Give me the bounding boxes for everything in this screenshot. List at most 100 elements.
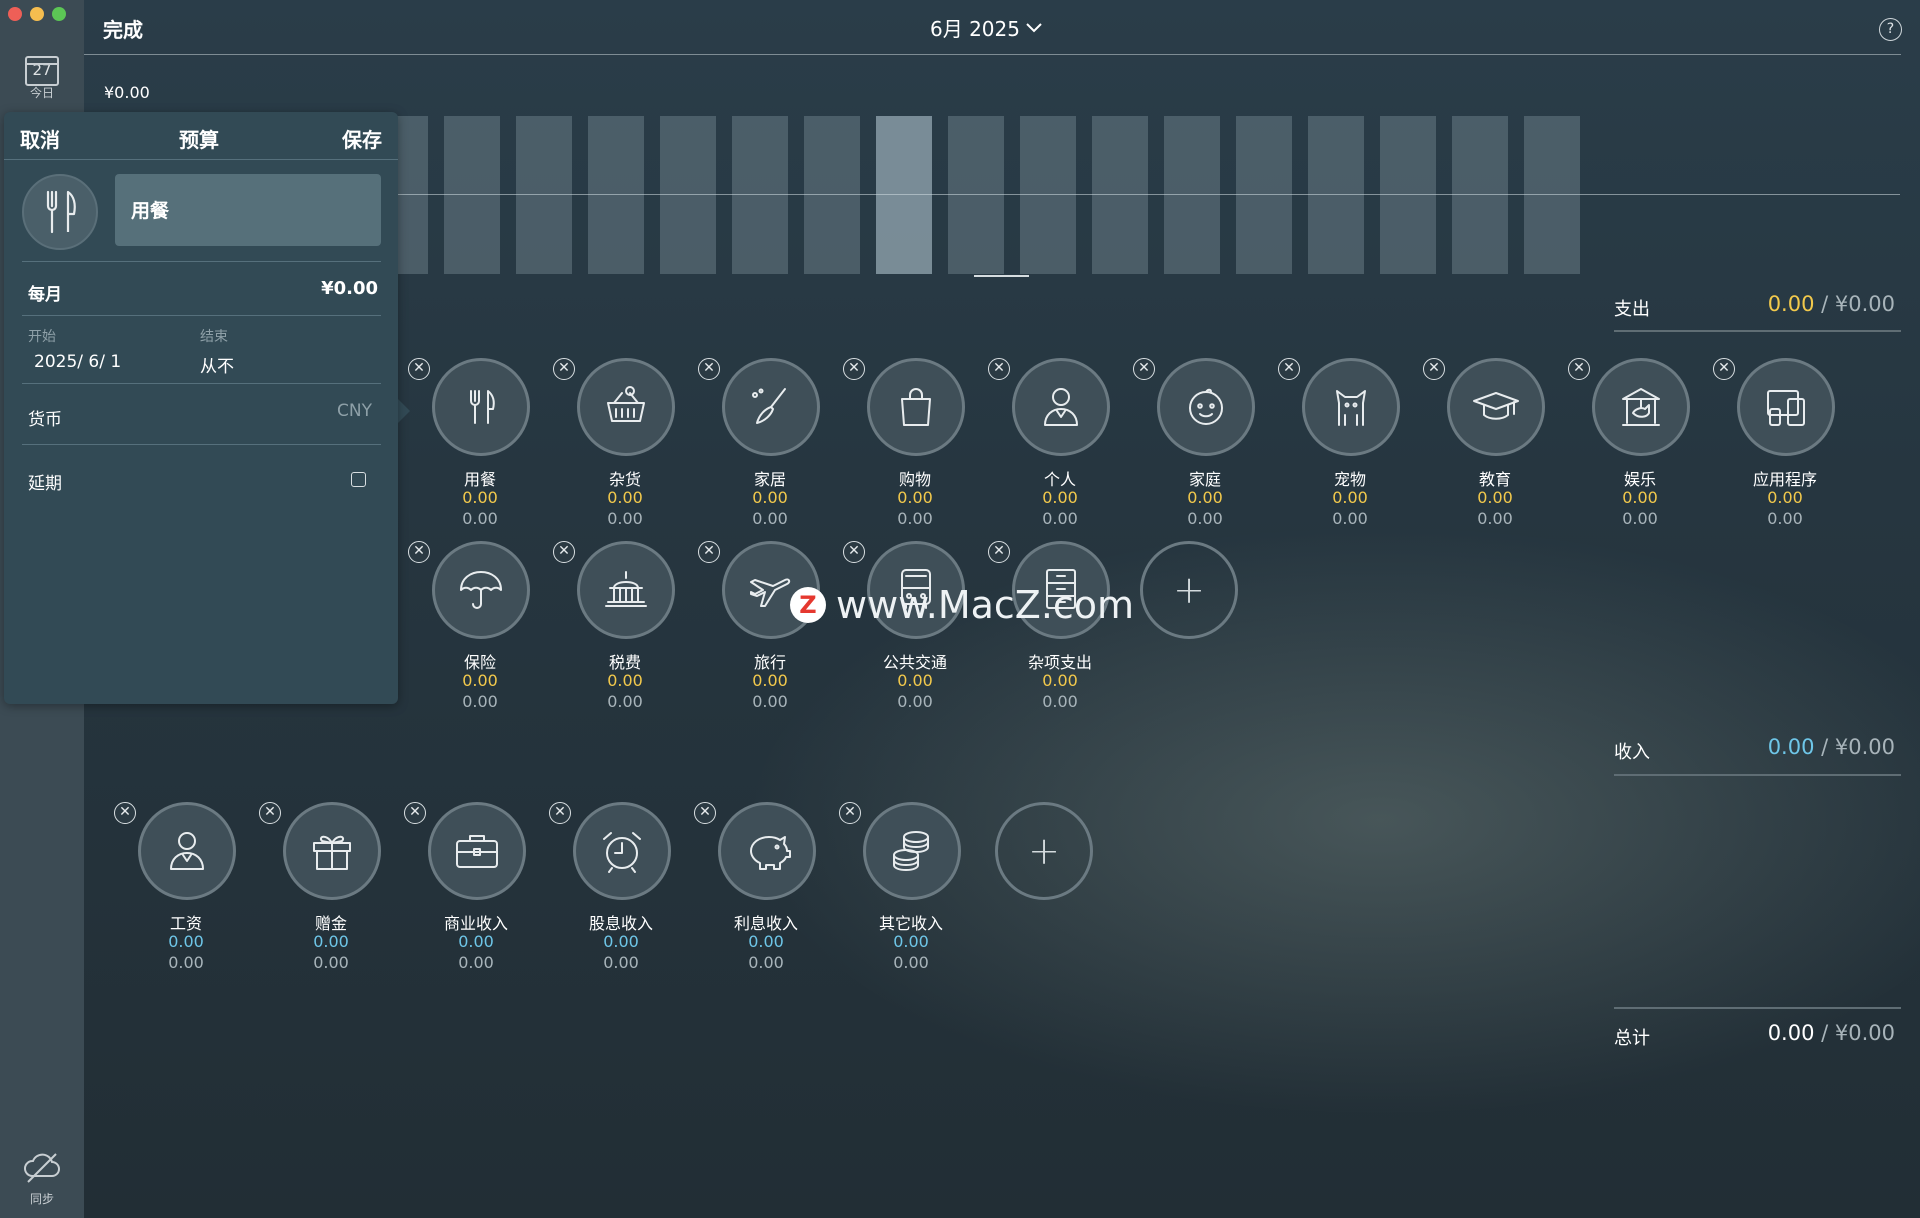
delete-category-button[interactable]: ✕ (553, 541, 575, 563)
delete-category-button[interactable]: ✕ (549, 802, 571, 824)
income-category-tile[interactable]: ✕ 利息收入 0.00 0.00 (688, 802, 828, 982)
expense-category-tile[interactable]: ✕ 家居 0.00 0.00 (692, 358, 832, 538)
expense-category-tile[interactable]: ✕ 用餐 0.00 0.00 (402, 358, 542, 538)
category-budget: 0.00 (1042, 509, 1078, 528)
daily-bar[interactable] (948, 116, 1004, 274)
daily-bar[interactable] (660, 116, 716, 274)
category-icon-button[interactable] (722, 358, 820, 456)
income-category-tile[interactable]: ✕ 股息收入 0.00 0.00 (543, 802, 683, 982)
income-category-tile[interactable]: ✕ 商业收入 0.00 0.00 (398, 802, 538, 982)
category-icon-button[interactable] (1157, 358, 1255, 456)
start-date-field[interactable]: 2025/ 6/ 1 (34, 352, 121, 372)
sync-label[interactable]: 同步 (0, 1190, 84, 1207)
expense-category-tile[interactable]: ✕ 家庭 0.00 0.00 (1127, 358, 1267, 538)
zoom-window-button[interactable] (52, 7, 66, 21)
delete-category-button[interactable]: ✕ (553, 358, 575, 380)
daily-bar[interactable] (1524, 116, 1580, 274)
period-label[interactable]: 每月 (28, 280, 62, 305)
daily-bar[interactable] (588, 116, 644, 274)
delete-category-button[interactable]: ✕ (404, 802, 426, 824)
delete-category-button[interactable]: ✕ (843, 541, 865, 563)
expense-category-tile[interactable]: ✕ 宠物 0.00 0.00 (1272, 358, 1412, 538)
category-name-field[interactable]: 用餐 (115, 174, 381, 246)
budget-amount-field[interactable]: ¥0.00 (321, 278, 378, 299)
expense-category-tile[interactable]: ✕ 杂货 0.00 0.00 (547, 358, 687, 538)
category-icon-button[interactable] (1302, 358, 1400, 456)
delete-category-button[interactable]: ✕ (988, 541, 1010, 563)
category-icon-button[interactable] (577, 358, 675, 456)
delete-category-button[interactable]: ✕ (1278, 358, 1300, 380)
category-icon-button[interactable] (432, 541, 530, 639)
add-expense-category-button[interactable]: + (1140, 541, 1238, 639)
expense-category-tile[interactable]: ✕ 保险 0.00 0.00 (402, 541, 542, 721)
close-window-button[interactable] (8, 7, 22, 21)
delete-category-button[interactable]: ✕ (259, 802, 281, 824)
daily-bar[interactable] (1164, 116, 1220, 274)
daily-bar[interactable] (732, 116, 788, 274)
category-icon-button[interactable] (432, 358, 530, 456)
category-icon-button[interactable] (283, 802, 381, 900)
category-icon-button[interactable] (1737, 358, 1835, 456)
month-selector[interactable]: 6月 2025 (930, 13, 1042, 42)
rollover-checkbox[interactable] (351, 472, 366, 487)
daily-bar[interactable] (1020, 116, 1076, 274)
expense-category-tile[interactable]: ✕ 税费 0.00 0.00 (547, 541, 687, 721)
income-category-tile[interactable]: ✕ 其它收入 0.00 0.00 (833, 802, 973, 982)
daily-bar[interactable] (1236, 116, 1292, 274)
expense-category-tile[interactable]: ✕ 应用程序 0.00 0.00 (1707, 358, 1847, 538)
category-icon-button[interactable] (22, 174, 98, 250)
add-income-category-button[interactable]: + (995, 802, 1093, 900)
save-button[interactable]: 保存 (342, 124, 382, 153)
delete-category-button[interactable]: ✕ (1423, 358, 1445, 380)
today-label[interactable]: 今日 (0, 84, 84, 101)
category-icon-button[interactable] (573, 802, 671, 900)
calendar-icon[interactable]: 27 (25, 56, 59, 86)
delete-category-button[interactable]: ✕ (694, 802, 716, 824)
category-icon-button[interactable] (718, 802, 816, 900)
delete-category-button[interactable]: ✕ (408, 358, 430, 380)
delete-category-button[interactable]: ✕ (988, 358, 1010, 380)
cancel-button[interactable]: 取消 (20, 124, 60, 153)
category-icon-button[interactable] (1592, 358, 1690, 456)
income-category-tile[interactable]: ✕ 工资 0.00 0.00 (108, 802, 248, 982)
category-icon-button[interactable] (138, 802, 236, 900)
category-icon-button[interactable] (1012, 358, 1110, 456)
daily-bar[interactable] (516, 116, 572, 274)
minimize-window-button[interactable] (30, 7, 44, 21)
delete-category-button[interactable]: ✕ (114, 802, 136, 824)
delete-category-button[interactable]: ✕ (698, 541, 720, 563)
expense-category-tile[interactable]: ✕ 教育 0.00 0.00 (1417, 358, 1557, 538)
daily-bar[interactable] (1092, 116, 1148, 274)
help-button[interactable]: ? (1879, 18, 1902, 41)
category-icon-button[interactable] (577, 541, 675, 639)
done-button[interactable]: 完成 (103, 14, 143, 43)
category-budget: 0.00 (603, 953, 639, 972)
daily-bar[interactable] (1308, 116, 1364, 274)
end-date-field[interactable]: 从不 (200, 352, 234, 377)
category-icon-button[interactable] (867, 358, 965, 456)
delete-category-button[interactable]: ✕ (408, 541, 430, 563)
expense-category-tile[interactable]: ✕ 娱乐 0.00 0.00 (1562, 358, 1702, 538)
income-category-tile[interactable]: ✕ 赠金 0.00 0.00 (253, 802, 393, 982)
expense-category-tile[interactable]: ✕ 杂项支出 0.00 0.00 (982, 541, 1122, 721)
delete-category-button[interactable]: ✕ (839, 802, 861, 824)
expense-category-tile[interactable]: ✕ 公共交通 0.00 0.00 (837, 541, 977, 721)
category-icon-button[interactable] (863, 802, 961, 900)
cloud-sync-icon[interactable] (22, 1150, 62, 1186)
category-icon-button[interactable] (1447, 358, 1545, 456)
currency-value[interactable]: CNY (337, 401, 372, 421)
delete-category-button[interactable]: ✕ (1133, 358, 1155, 380)
category-icon-button[interactable] (428, 802, 526, 900)
delete-category-button[interactable]: ✕ (843, 358, 865, 380)
expense-category-tile[interactable]: ✕ 个人 0.00 0.00 (982, 358, 1122, 538)
daily-bar[interactable] (876, 116, 932, 274)
delete-category-button[interactable]: ✕ (1713, 358, 1735, 380)
expense-category-tile[interactable]: ✕ 旅行 0.00 0.00 (692, 541, 832, 721)
daily-bar[interactable] (1452, 116, 1508, 274)
delete-category-button[interactable]: ✕ (1568, 358, 1590, 380)
daily-bar[interactable] (1380, 116, 1436, 274)
daily-bar[interactable] (804, 116, 860, 274)
daily-bar[interactable] (444, 116, 500, 274)
delete-category-button[interactable]: ✕ (698, 358, 720, 380)
expense-category-tile[interactable]: ✕ 购物 0.00 0.00 (837, 358, 977, 538)
